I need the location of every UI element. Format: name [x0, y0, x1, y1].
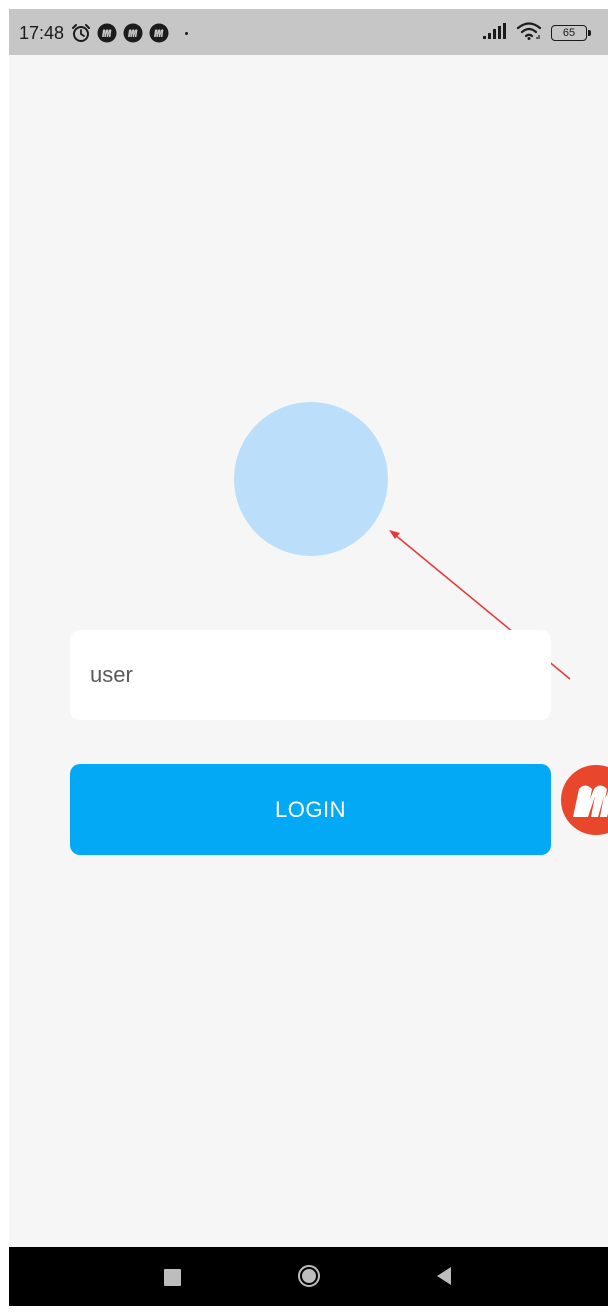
home-icon[interactable] [298, 1265, 320, 1287]
back-icon[interactable] [437, 1267, 451, 1285]
username-input[interactable] [90, 662, 531, 688]
status-time: 17:48 [19, 23, 65, 43]
m-app-notification-icon [123, 23, 143, 43]
alarm-icon [71, 23, 91, 43]
status-bar: 17:48 65 [9, 9, 608, 55]
m-app-notification-icon [149, 23, 169, 43]
floating-app-bubble[interactable] [561, 765, 608, 835]
device-frame: 17:48 65 user LOGIN [0, 0, 608, 1315]
notification-icons [71, 22, 188, 44]
username-field[interactable] [70, 630, 551, 720]
wifi-icon [516, 21, 542, 45]
system-icons: 65 [483, 21, 591, 45]
recents-icon[interactable] [164, 1269, 181, 1286]
login-button[interactable]: LOGIN [70, 764, 551, 855]
signal-icon [483, 22, 507, 44]
dot-icon [185, 31, 188, 35]
navigation-bar [9, 1247, 608, 1306]
screen: 17:48 65 user LOGIN [9, 9, 608, 1306]
m-app-logo-icon [573, 785, 608, 817]
battery-level: 65 [562, 26, 576, 39]
battery-icon: 65 [551, 25, 591, 41]
avatar [234, 402, 388, 556]
m-app-notification-icon [97, 23, 117, 43]
